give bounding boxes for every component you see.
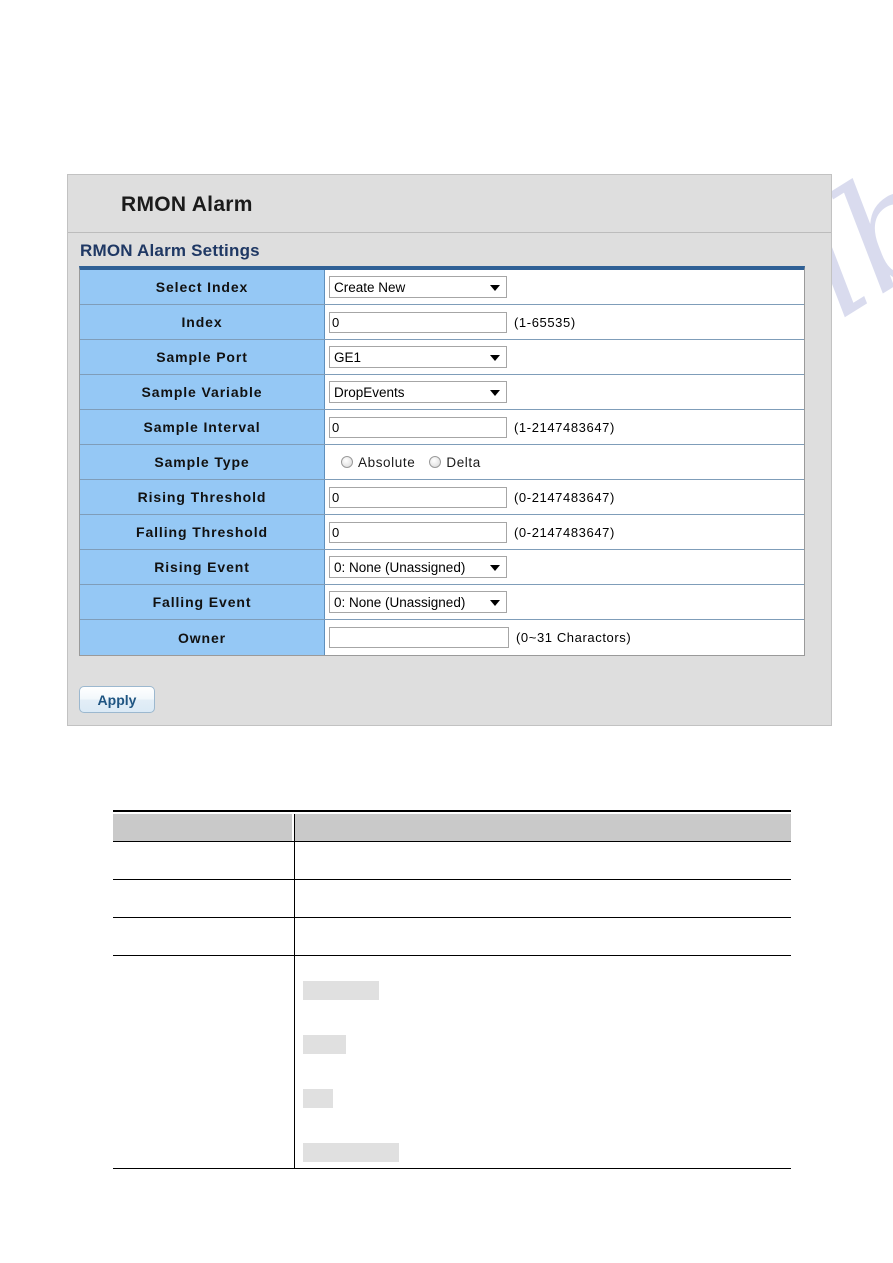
form-row-select-index: Select Index Create New bbox=[80, 270, 804, 305]
falling-threshold-hint: (0-2147483647) bbox=[514, 524, 615, 540]
table-cell-description bbox=[294, 917, 791, 955]
label-rising-threshold: Rising Threshold bbox=[80, 480, 325, 514]
field-rising-threshold: (0-2147483647) bbox=[325, 480, 804, 514]
rising-event-dropdown[interactable]: 0: None (Unassigned) bbox=[329, 556, 507, 578]
label-sample-interval: Sample Interval bbox=[80, 410, 325, 444]
field-sample-port: GE1 bbox=[325, 340, 804, 374]
chevron-down-icon bbox=[490, 565, 500, 571]
index-input[interactable] bbox=[329, 311, 507, 333]
description-table bbox=[113, 810, 791, 1169]
label-rising-event: Rising Event bbox=[80, 550, 325, 584]
chevron-down-icon bbox=[490, 390, 500, 396]
form-row-sample-port: Sample Port GE1 bbox=[80, 340, 804, 375]
form-row-index: Index (1-65535) bbox=[80, 305, 804, 340]
chevron-down-icon bbox=[490, 600, 500, 606]
index-hint: (1-65535) bbox=[514, 314, 576, 330]
redacted-block bbox=[303, 1034, 346, 1054]
label-sample-variable: Sample Variable bbox=[80, 375, 325, 409]
apply-button[interactable]: Apply bbox=[79, 686, 155, 713]
rising-threshold-input[interactable] bbox=[329, 486, 507, 508]
sample-variable-dropdown[interactable]: DropEvents bbox=[329, 381, 507, 403]
radio-button-icon bbox=[429, 456, 442, 468]
table-cell-description bbox=[294, 955, 791, 1168]
table-header-col2 bbox=[294, 813, 791, 841]
form-row-rising-threshold: Rising Threshold (0-2147483647) bbox=[80, 480, 804, 515]
field-rising-event: 0: None (Unassigned) bbox=[325, 550, 804, 584]
form-row-owner: Owner (0~31 Charactors) bbox=[80, 620, 804, 655]
rising-event-value: 0: None (Unassigned) bbox=[334, 559, 466, 575]
table-cell-label bbox=[113, 918, 294, 955]
redacted-content-list bbox=[303, 961, 783, 1162]
table-top-rule bbox=[113, 810, 791, 812]
table-row bbox=[113, 955, 791, 1169]
form-row-falling-event: Falling Event 0: None (Unassigned) bbox=[80, 585, 804, 620]
field-falling-event: 0: None (Unassigned) bbox=[325, 585, 804, 619]
table-header-col1 bbox=[113, 813, 294, 841]
table-row bbox=[113, 841, 791, 880]
chevron-down-icon bbox=[490, 285, 500, 291]
radio-delta-label: Delta bbox=[446, 454, 481, 470]
label-owner: Owner bbox=[80, 620, 325, 655]
table-cell-label bbox=[113, 880, 294, 917]
redacted-block bbox=[303, 980, 379, 1000]
field-sample-type: Absolute Delta bbox=[325, 445, 804, 479]
radio-absolute[interactable]: Absolute bbox=[341, 455, 415, 470]
panel-header: RMON Alarm bbox=[68, 175, 831, 233]
sample-variable-value: DropEvents bbox=[334, 384, 405, 400]
table-cell-label bbox=[113, 842, 294, 879]
table-header-row bbox=[113, 813, 791, 842]
radio-button-icon bbox=[341, 456, 353, 468]
form-row-sample-type: Sample Type Absolute Delta bbox=[80, 445, 804, 480]
falling-threshold-input[interactable] bbox=[329, 521, 507, 543]
field-select-index: Create New bbox=[325, 270, 804, 304]
table-cell-label bbox=[113, 956, 294, 1168]
apply-button-label: Apply bbox=[97, 691, 137, 708]
sample-type-radio-group: Absolute Delta bbox=[329, 455, 495, 470]
label-falling-event: Falling Event bbox=[80, 585, 325, 619]
field-sample-variable: DropEvents bbox=[325, 375, 804, 409]
label-sample-type: Sample Type bbox=[80, 445, 325, 479]
page-title: RMON Alarm bbox=[121, 193, 253, 216]
falling-event-dropdown[interactable]: 0: None (Unassigned) bbox=[329, 591, 507, 613]
falling-event-value: 0: None (Unassigned) bbox=[334, 594, 466, 610]
table-row bbox=[113, 917, 791, 956]
field-index: (1-65535) bbox=[325, 305, 804, 339]
label-select-index: Select Index bbox=[80, 270, 325, 304]
sample-interval-hint: (1-2147483647) bbox=[514, 419, 615, 435]
form-row-sample-interval: Sample Interval (1-2147483647) bbox=[80, 410, 804, 445]
sample-port-dropdown[interactable]: GE1 bbox=[329, 346, 507, 368]
table-row bbox=[113, 879, 791, 918]
rising-threshold-hint: (0-2147483647) bbox=[514, 489, 615, 505]
form-row-falling-threshold: Falling Threshold (0-2147483647) bbox=[80, 515, 804, 550]
redacted-block bbox=[303, 1142, 399, 1162]
field-owner: (0~31 Charactors) bbox=[325, 620, 804, 655]
label-falling-threshold: Falling Threshold bbox=[80, 515, 325, 549]
owner-hint: (0~31 Charactors) bbox=[516, 630, 632, 645]
rmon-alarm-panel: RMON Alarm RMON Alarm Settings Select In… bbox=[67, 174, 832, 726]
label-index: Index bbox=[80, 305, 325, 339]
table-cell-description bbox=[294, 841, 791, 879]
radio-delta[interactable]: Delta bbox=[429, 455, 481, 470]
chevron-down-icon bbox=[490, 355, 500, 361]
sample-interval-input[interactable] bbox=[329, 416, 507, 438]
select-index-dropdown[interactable]: Create New bbox=[329, 276, 507, 298]
label-sample-port: Sample Port bbox=[80, 340, 325, 374]
radio-absolute-label: Absolute bbox=[358, 454, 416, 470]
sample-port-value: GE1 bbox=[334, 349, 362, 365]
select-index-value: Create New bbox=[334, 279, 406, 295]
rmon-alarm-settings-form: Select Index Create New Index (1-65535) … bbox=[79, 266, 805, 656]
field-falling-threshold: (0-2147483647) bbox=[325, 515, 804, 549]
field-sample-interval: (1-2147483647) bbox=[325, 410, 804, 444]
form-row-sample-variable: Sample Variable DropEvents bbox=[80, 375, 804, 410]
table-cell-description bbox=[294, 879, 791, 917]
redacted-block bbox=[303, 1088, 333, 1108]
form-row-rising-event: Rising Event 0: None (Unassigned) bbox=[80, 550, 804, 585]
section-heading: RMON Alarm Settings bbox=[80, 241, 260, 260]
owner-input[interactable] bbox=[329, 627, 509, 648]
